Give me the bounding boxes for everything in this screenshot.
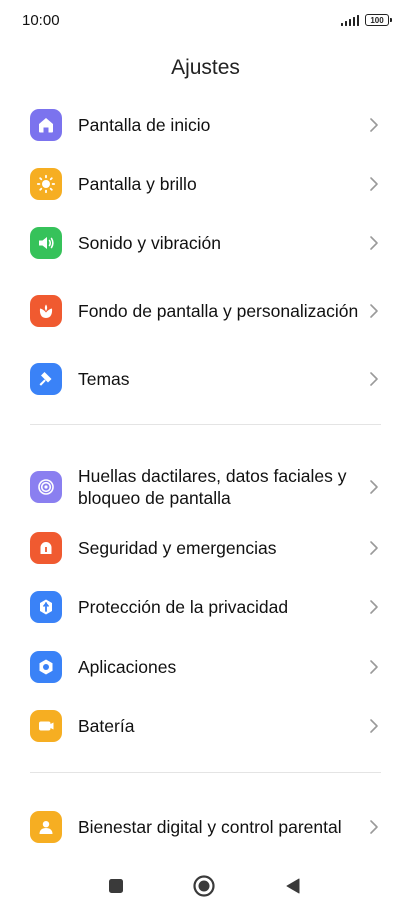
settings-item-biometrics[interactable]: Huellas dactilares, datos faciales y blo… <box>0 451 411 523</box>
battery-level: 100 <box>370 15 384 25</box>
sun-icon <box>30 168 62 200</box>
chevron-right-icon <box>370 480 378 494</box>
chevron-right-icon <box>370 660 378 674</box>
page-title: Ajustes <box>171 56 240 79</box>
chevron-right-icon <box>370 372 378 386</box>
settings-item-home-screen[interactable]: Pantalla de inicio <box>0 97 411 153</box>
settings-item-battery[interactable]: Batería <box>0 698 411 754</box>
chevron-right-icon <box>370 236 378 250</box>
brush-icon <box>30 363 62 395</box>
back-button[interactable] <box>279 872 307 900</box>
settings-item-label: Batería <box>78 716 135 736</box>
status-icons: 100 <box>340 14 392 26</box>
settings-item-display[interactable]: Pantalla y brillo <box>0 156 411 212</box>
settings-item-label: Seguridad y emergencias <box>78 538 277 558</box>
home-icon <box>30 109 62 141</box>
circle-icon <box>193 875 215 897</box>
settings-item-label: Pantalla de inicio <box>78 115 211 135</box>
section-divider <box>30 772 381 773</box>
apps-gear-icon <box>30 651 62 683</box>
settings-item-label: Bienestar digital y control parental <box>78 817 342 837</box>
square-icon <box>109 879 123 893</box>
navigation-bar <box>0 858 411 914</box>
flower-icon <box>30 295 62 327</box>
status-bar: 10:00 100 <box>0 0 411 44</box>
privacy-icon <box>30 591 62 623</box>
settings-item-sound[interactable]: Sonido y vibración <box>0 215 411 271</box>
settings-item-themes[interactable]: Temas <box>0 351 411 407</box>
chevron-right-icon <box>370 600 378 614</box>
settings-item-label: Fondo de pantalla y personalización <box>78 301 359 321</box>
settings-item-label: Sonido y vibración <box>78 233 221 253</box>
settings-item-label: Aplicaciones <box>78 657 177 677</box>
chevron-right-icon <box>370 820 378 834</box>
chevron-right-icon <box>370 719 378 733</box>
battery-icon <box>30 710 62 742</box>
settings-item-label: Pantalla y brillo <box>78 174 197 194</box>
chevron-right-icon <box>370 118 378 132</box>
section-divider <box>30 424 381 425</box>
wellbeing-icon <box>30 811 62 843</box>
chevron-right-icon <box>370 177 378 191</box>
signal-icon <box>340 14 359 26</box>
settings-item-security[interactable]: Seguridad y emergencias <box>0 520 411 576</box>
settings-item-apps[interactable]: Aplicaciones <box>0 639 411 695</box>
recents-button[interactable] <box>102 872 130 900</box>
triangle-back-icon <box>286 878 300 894</box>
home-button[interactable] <box>190 872 218 900</box>
chevron-right-icon <box>370 304 378 318</box>
battery-status-icon: 100 <box>365 14 392 26</box>
emergency-icon <box>30 532 62 564</box>
settings-item-label: Huellas dactilares, datos faciales y blo… <box>78 466 347 508</box>
fingerprint-icon <box>30 471 62 503</box>
status-time: 10:00 <box>22 12 60 29</box>
settings-item-digital-wellbeing[interactable]: Bienestar digital y control parental <box>0 791 411 863</box>
settings-item-label: Temas <box>78 369 130 389</box>
chevron-right-icon <box>370 541 378 555</box>
settings-item-label: Protección de la privacidad <box>78 597 289 617</box>
settings-item-wallpaper[interactable]: Fondo de pantalla y personalización <box>0 275 411 347</box>
settings-item-privacy[interactable]: Protección de la privacidad <box>0 579 411 635</box>
speaker-icon <box>30 227 62 259</box>
